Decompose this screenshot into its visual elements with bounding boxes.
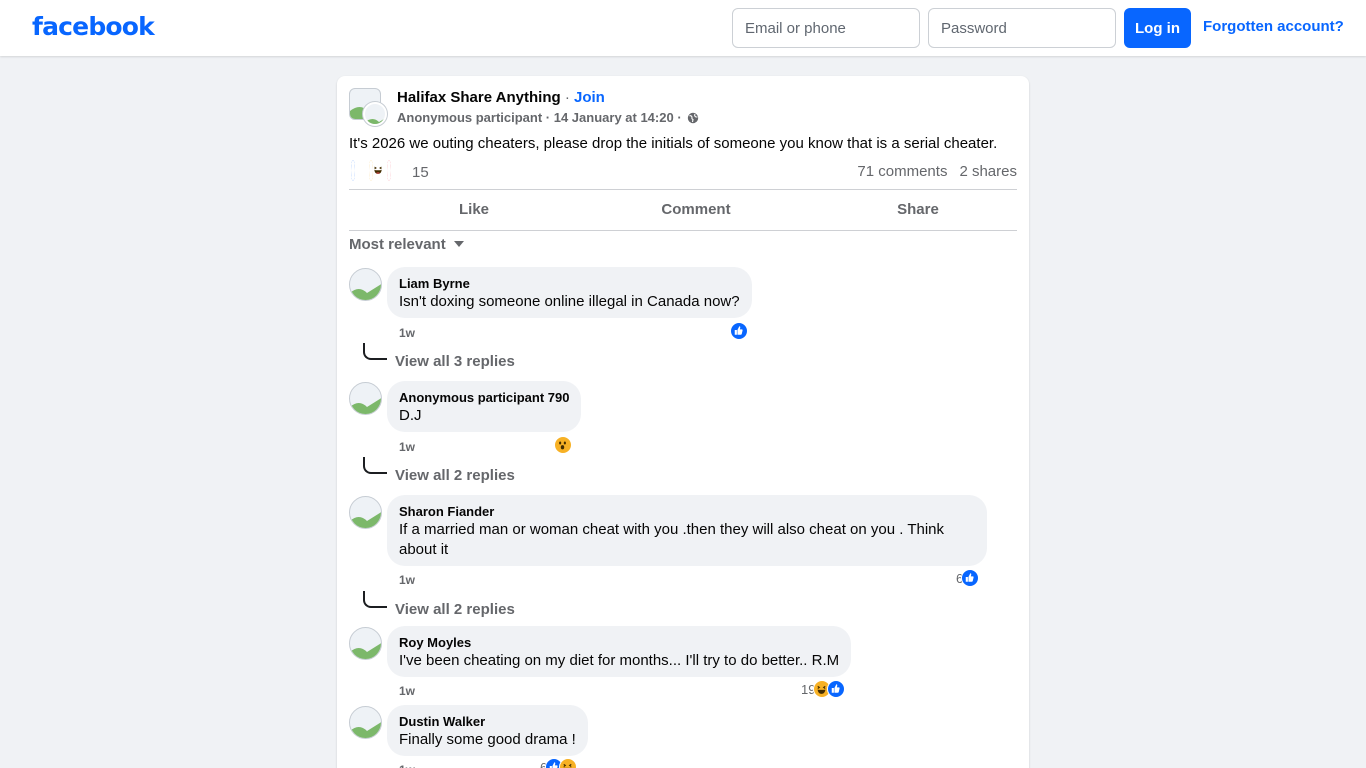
post-author[interactable]: Anonymous participant	[397, 110, 542, 125]
post-meta: Anonymous participant · 14 January at 14…	[397, 110, 699, 125]
like-reaction-icon	[961, 569, 980, 587]
comment-text: Isn't doxing someone online illegal in C…	[399, 293, 740, 310]
like-reaction-icon	[827, 680, 846, 698]
like-reaction-icon	[730, 322, 748, 340]
like-reaction-icon	[351, 160, 364, 181]
comment-text: Finally some good drama !	[399, 731, 576, 748]
comment-bubble: Dustin Walker Finally some good drama !	[387, 705, 588, 756]
group-name[interactable]: Halifax Share Anything	[397, 89, 561, 106]
join-link[interactable]: Join	[574, 89, 605, 106]
comment-text: I've been cheating on my diet for months…	[399, 652, 840, 669]
comment-reactions[interactable]: 6	[956, 569, 980, 587]
avatar[interactable]	[349, 382, 382, 415]
commenter-name[interactable]: Dustin Walker	[399, 713, 576, 730]
comment-timestamp[interactable]: 1w	[399, 684, 415, 698]
avatar[interactable]	[349, 496, 382, 529]
view-replies-link[interactable]: View all 2 replies	[363, 591, 515, 618]
password-field[interactable]	[928, 8, 1116, 48]
email-field[interactable]	[732, 8, 920, 48]
comment-bubble: Sharon Fiander If a married man or woman…	[387, 495, 987, 566]
shares-count[interactable]: 2 shares	[959, 163, 1017, 180]
commenter-name[interactable]: Anonymous participant 790	[399, 389, 569, 406]
post-header: Halifax Share Anything · Join	[397, 89, 605, 106]
post-date[interactable]: · 14 January at 14:20 ·	[542, 110, 685, 125]
separator: ·	[560, 89, 574, 106]
view-replies-link[interactable]: View all 3 replies	[363, 343, 515, 370]
comment-timestamp[interactable]: 1w	[399, 440, 415, 454]
reaction-count: 15	[412, 164, 429, 181]
post-text: It's 2026 we outing cheaters, please dro…	[349, 135, 998, 152]
comment-bubble: Roy Moyles I've been cheating on my diet…	[387, 626, 852, 677]
chevron-down-icon	[453, 241, 464, 247]
sort-label: Most relevant	[349, 236, 446, 253]
haha-reaction-icon	[559, 758, 578, 768]
view-replies-link[interactable]: View all 2 replies	[363, 457, 515, 484]
comment-bubble: Anonymous participant 790 D.J	[387, 381, 582, 432]
comments-count[interactable]: 71 comments	[857, 163, 947, 180]
commenter-name[interactable]: Sharon Fiander	[399, 503, 975, 520]
login-button[interactable]: Log in	[1124, 8, 1191, 48]
comment-text: If a married man or woman cheat with you…	[399, 521, 944, 558]
comment-timestamp[interactable]: 1w	[399, 573, 415, 587]
avatar[interactable]	[349, 706, 382, 739]
facebook-logo[interactable]: facebook	[32, 12, 155, 41]
comment-bubble: Liam Byrne Isn't doxing someone online i…	[387, 267, 752, 318]
wow-reaction-icon	[554, 436, 572, 454]
forgotten-account-link[interactable]: Forgotten account?	[1203, 18, 1344, 35]
globe-icon	[688, 112, 699, 124]
post-card: Halifax Share Anything · Join Anonymous …	[337, 76, 1029, 768]
comment-reactions[interactable]: 19	[801, 680, 846, 698]
comment-button[interactable]: Comment	[585, 190, 807, 230]
reply-branch-line	[363, 343, 387, 360]
comment-reactions[interactable]	[730, 322, 748, 340]
love-reaction-icon	[387, 160, 401, 181]
haha-reaction-icon	[369, 160, 382, 181]
comment-reactions[interactable]: 6	[540, 758, 578, 768]
member-image-icon	[363, 102, 387, 126]
commenter-name[interactable]: Liam Byrne	[399, 275, 740, 292]
post-stats: 71 comments 2 shares	[857, 163, 1017, 180]
top-bar: facebook Log in Forgotten account?	[0, 0, 1366, 56]
group-avatar[interactable]	[349, 88, 387, 126]
post-reactions[interactable]: 15	[351, 160, 429, 182]
like-button[interactable]: Like	[363, 190, 585, 230]
share-button[interactable]: Share	[807, 190, 1029, 230]
divider	[349, 230, 1017, 231]
commenter-name[interactable]: Roy Moyles	[399, 634, 839, 651]
avatar[interactable]	[349, 627, 382, 660]
comment-sort-dropdown[interactable]: Most relevant	[349, 236, 464, 253]
comment-reactions[interactable]	[554, 436, 572, 454]
comment-timestamp[interactable]: 1w	[399, 326, 415, 340]
avatar[interactable]	[349, 268, 382, 301]
reply-branch-line	[363, 457, 387, 474]
reply-branch-line	[363, 591, 387, 608]
comment-timestamp[interactable]: 1w	[399, 763, 415, 768]
comment-text: D.J	[399, 407, 422, 424]
